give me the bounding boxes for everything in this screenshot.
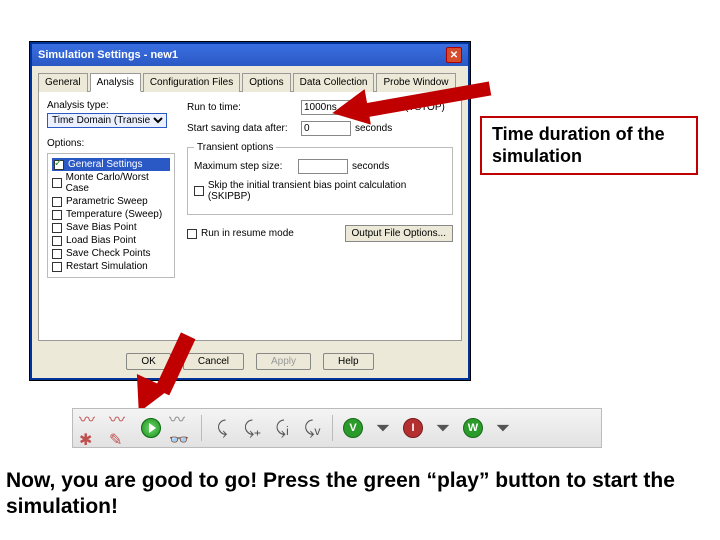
current-level-button[interactable]: I <box>401 416 425 440</box>
skip-bias-checkbox[interactable] <box>194 186 204 196</box>
dialog-title: Simulation Settings - new1 <box>38 49 446 61</box>
resume-label: Run in resume mode <box>201 228 294 239</box>
option-temperature-sweep[interactable]: Temperature (Sweep) <box>52 208 170 221</box>
transient-options-group: Transient options Maximum step size: sec… <box>187 142 453 215</box>
run-to-time-label: Run to time: <box>187 102 297 113</box>
options-list[interactable]: General Settings Monte Carlo/Worst Case … <box>47 153 175 278</box>
power-probe-icon[interactable]: ⤹ᵥ <box>300 416 324 440</box>
voltage-diff-probe-icon[interactable]: ⤹₊ <box>240 416 264 440</box>
tab-options[interactable]: Options <box>242 73 290 92</box>
checkbox-icon[interactable] <box>52 210 62 220</box>
checkbox-icon[interactable] <box>52 262 62 272</box>
option-restart-sim[interactable]: Restart Simulation <box>52 260 170 273</box>
analysis-type-label: Analysis type: <box>47 100 177 111</box>
run-play-button[interactable] <box>139 416 163 440</box>
max-step-unit: seconds <box>352 161 389 172</box>
tab-general[interactable]: General <box>38 73 88 92</box>
callout-time-duration: Time duration of the simulation <box>480 116 698 175</box>
max-step-label: Maximum step size: <box>194 161 294 172</box>
view-results-icon[interactable]: 〰👓 <box>169 416 193 440</box>
edit-sim-profile-icon[interactable]: 〰✎ <box>109 416 133 440</box>
skip-bias-label: Skip the initial transient bias point ca… <box>208 180 446 202</box>
checkbox-icon[interactable] <box>52 236 62 246</box>
marker-icon: ⏷ <box>431 416 455 440</box>
checkbox-icon[interactable] <box>52 178 62 188</box>
start-saving-label: Start saving data after: <box>187 123 297 134</box>
voltage-probe-icon[interactable]: ⤹ <box>210 416 234 440</box>
option-save-bias[interactable]: Save Bias Point <box>52 221 170 234</box>
new-sim-profile-icon[interactable]: 〰✱ <box>79 416 103 440</box>
tab-config-files[interactable]: Configuration Files <box>143 73 240 92</box>
option-monte-carlo[interactable]: Monte Carlo/Worst Case <box>52 171 170 195</box>
titlebar: Simulation Settings - new1 ✕ <box>32 44 468 66</box>
analysis-type-select[interactable]: Time Domain (Transient) <box>47 113 167 128</box>
output-file-options-button[interactable]: Output File Options... <box>345 225 454 242</box>
toolbar-separator <box>332 415 333 441</box>
checkbox-icon[interactable] <box>52 249 62 259</box>
apply-button[interactable]: Apply <box>256 353 311 370</box>
voltage-level-button[interactable]: V <box>341 416 365 440</box>
checkbox-icon[interactable] <box>54 160 64 170</box>
close-icon[interactable]: ✕ <box>446 47 462 63</box>
option-load-bias[interactable]: Load Bias Point <box>52 234 170 247</box>
slide-caption: Now, you are good to go! Press the green… <box>6 468 714 521</box>
max-step-input[interactable] <box>298 159 348 174</box>
resume-checkbox[interactable] <box>187 229 197 239</box>
marker-icon: ⏷ <box>371 416 395 440</box>
power-level-button[interactable]: W <box>461 416 485 440</box>
simulation-toolbar: 〰✱ 〰✎ 〰👓 ⤹ ⤹₊ ⤹ᵢ ⤹ᵥ V ⏷ I ⏷ W ⏷ <box>72 408 602 448</box>
transient-legend: Transient options <box>194 142 276 153</box>
tab-analysis[interactable]: Analysis <box>90 73 141 92</box>
option-general-settings[interactable]: General Settings <box>52 158 170 171</box>
toolbar-separator <box>201 415 202 441</box>
help-button[interactable]: Help <box>323 353 374 370</box>
checkbox-icon[interactable] <box>52 223 62 233</box>
checkbox-icon[interactable] <box>52 197 62 207</box>
option-save-checkpoints[interactable]: Save Check Points <box>52 247 170 260</box>
annotation-arrow-runtime <box>332 86 492 136</box>
dialog-button-bar: OK Cancel Apply Help <box>32 347 468 378</box>
options-label: Options: <box>47 138 177 149</box>
current-probe-icon[interactable]: ⤹ᵢ <box>270 416 294 440</box>
option-parametric-sweep[interactable]: Parametric Sweep <box>52 195 170 208</box>
marker-icon: ⏷ <box>491 416 515 440</box>
